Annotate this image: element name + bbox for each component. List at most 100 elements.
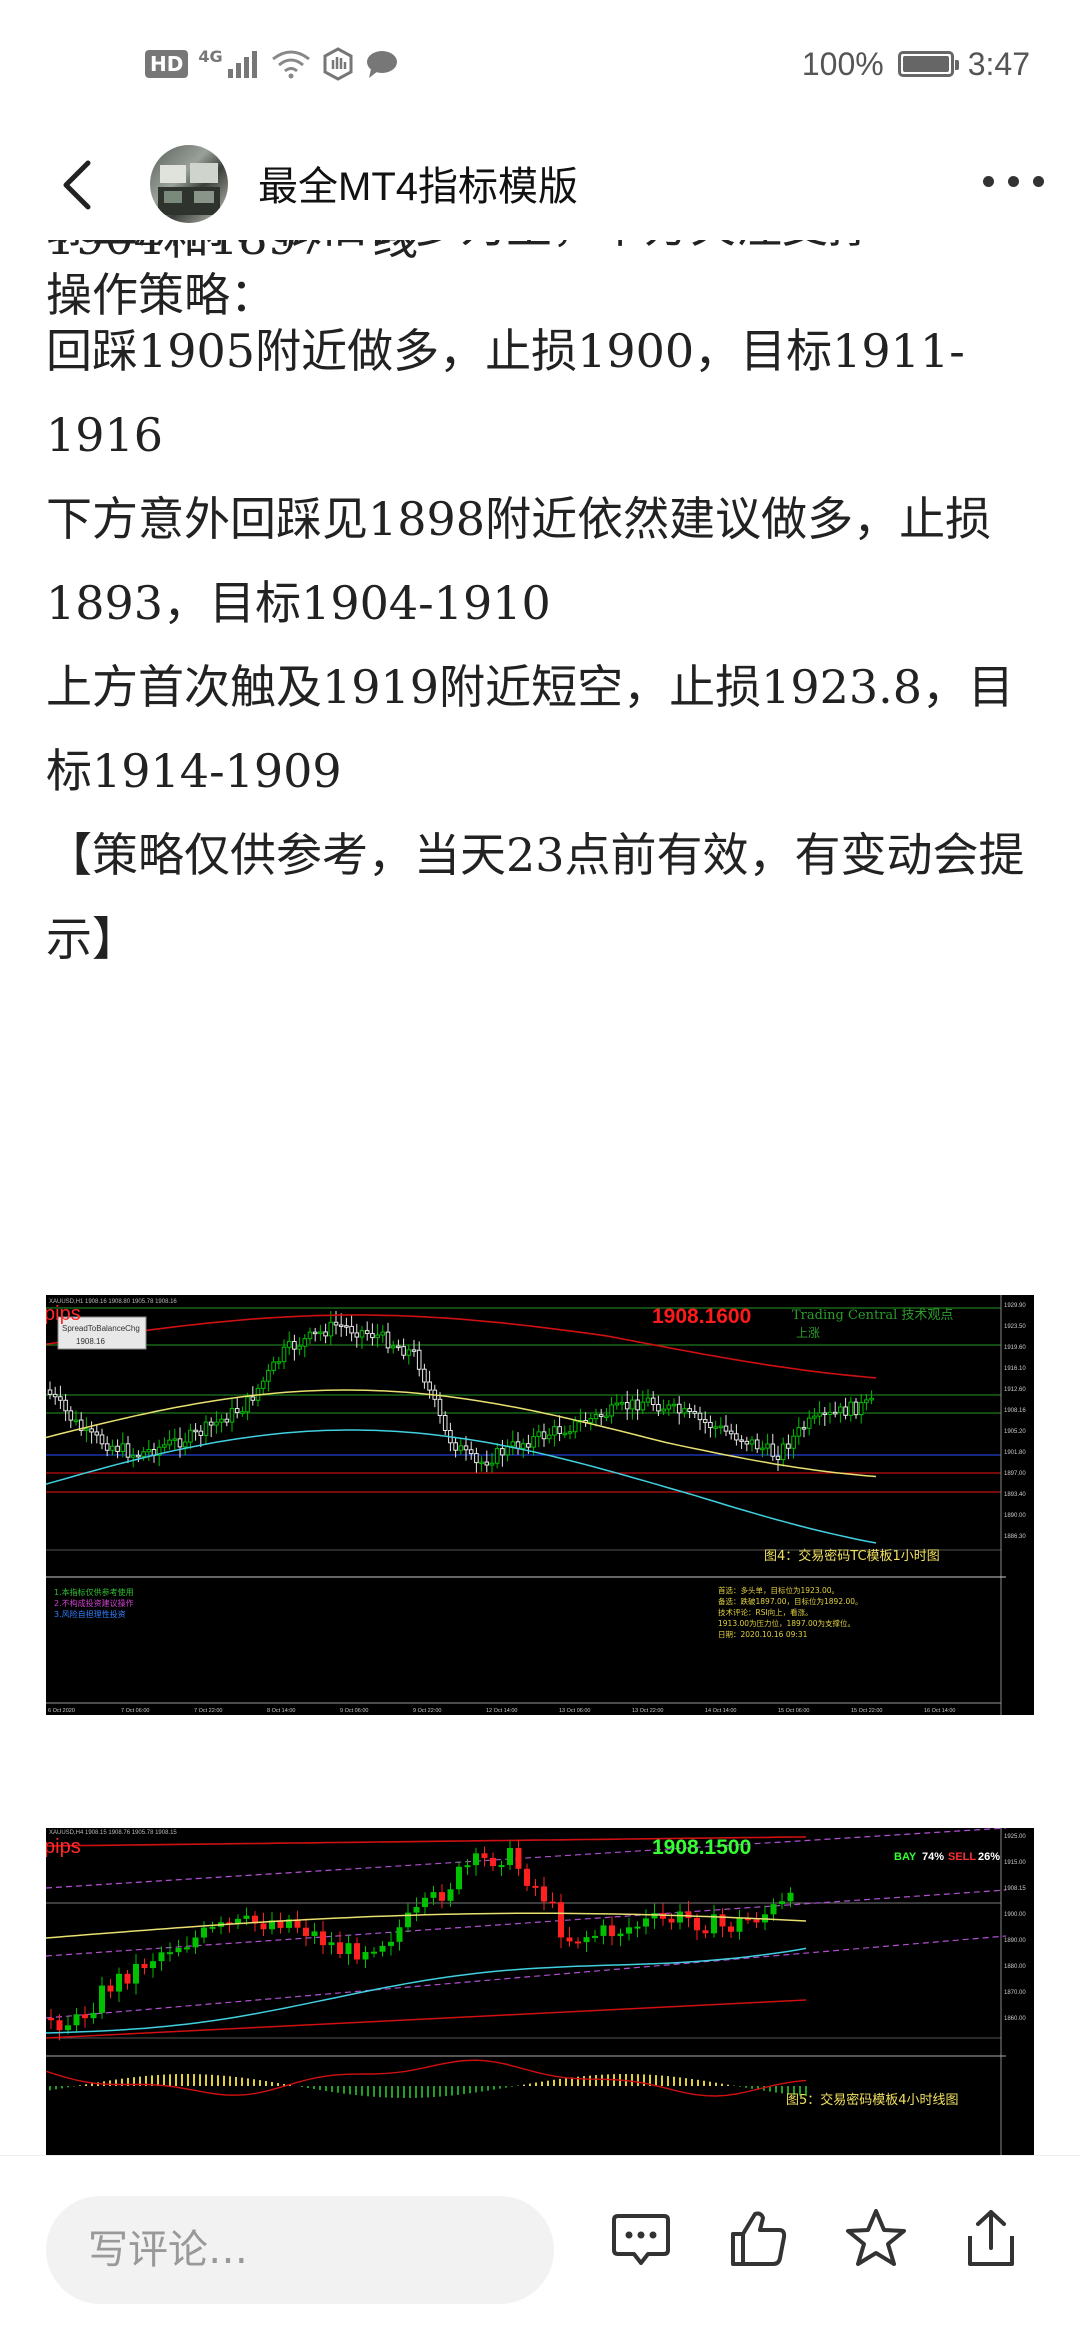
candlestick (557, 1426, 562, 1434)
candlestick (73, 2014, 80, 2026)
candlestick (536, 1431, 542, 1438)
candlestick (120, 1443, 126, 1452)
comment-icon[interactable] (608, 2206, 674, 2272)
candlestick (413, 1907, 420, 1913)
candlestick (687, 1408, 692, 1413)
candlestick (385, 1331, 391, 1349)
comment-input[interactable]: 写评论… (46, 2196, 554, 2304)
upper-band-line (46, 1314, 877, 1379)
candlestick (286, 1341, 292, 1348)
candlestick (713, 1426, 718, 1429)
candlestick (736, 1918, 743, 1932)
candlestick (396, 1345, 401, 1349)
candlestick (650, 1397, 656, 1406)
candlestick (791, 1435, 796, 1449)
candlestick (617, 1933, 624, 1937)
chart-left-note: 1.本指标仅供参考使用 (54, 1587, 134, 1597)
candlestick (592, 1935, 598, 1938)
buy-percent: 74% (922, 1851, 944, 1863)
candlestick (250, 1396, 256, 1401)
current-price-label: 1908.1600 (652, 1305, 751, 1328)
account-avatar[interactable] (150, 145, 228, 223)
candlestick (198, 1430, 204, 1436)
candlestick (359, 1330, 365, 1338)
axis-time-label: 13 Oct 06:00 (559, 1708, 591, 1714)
axis-tick-label: 1880.00 (1004, 1964, 1026, 1970)
candlestick (84, 1428, 89, 1431)
chart-right-note: 备选：跌破1897.00，目标位为1892.00。 (718, 1596, 863, 1606)
like-icon[interactable] (725, 2206, 791, 2272)
tc-title: Trading Central 技术观点 (792, 1308, 953, 1323)
candlestick (468, 1449, 474, 1455)
candlestick (447, 1889, 454, 1901)
axis-tick-label: 1919.60 (1004, 1345, 1026, 1351)
candlestick (661, 1408, 666, 1412)
candlestick (266, 1369, 271, 1382)
axis-tick-label: 1901.80 (1004, 1450, 1026, 1456)
candlestick (90, 2012, 97, 2019)
candlestick (626, 1927, 632, 1934)
candlestick (68, 1410, 74, 1421)
account-title[interactable]: 最全MT4指标模版 (258, 154, 578, 212)
candlestick (463, 1445, 469, 1451)
candlestick (827, 1411, 833, 1415)
signal-icon (227, 51, 257, 78)
candlestick (328, 1942, 335, 1946)
tooltip-line-2: 1908.16 (76, 1337, 105, 1346)
candlestick (184, 1947, 190, 1950)
candlestick (775, 1455, 781, 1461)
sell-percent: 26% (978, 1851, 1000, 1863)
axis-time-label: 7 Oct 06:00 (121, 1708, 149, 1714)
more-dots-icon[interactable] (983, 176, 1044, 187)
candlestick (234, 1408, 240, 1414)
candlestick (177, 1438, 183, 1448)
chevron-left-icon[interactable] (50, 155, 110, 215)
candlestick (349, 1325, 354, 1334)
candlestick (116, 1973, 122, 1992)
candlestick (515, 1848, 522, 1869)
candlestick (702, 1930, 709, 1934)
candlestick (728, 1926, 734, 1932)
candlestick (150, 1961, 156, 1969)
candlestick (411, 1349, 417, 1352)
candlestick (52, 1393, 58, 1398)
candlestick (668, 1918, 675, 1923)
candlestick (192, 1937, 199, 1948)
candlestick (676, 1403, 682, 1414)
candlestick (65, 2025, 71, 2031)
candlestick (796, 1427, 802, 1437)
candlestick (552, 1426, 557, 1436)
candlestick (302, 1338, 308, 1347)
candlestick (524, 1868, 530, 1886)
battery-icon (897, 51, 959, 77)
candlestick (303, 1927, 309, 1937)
star-icon[interactable] (843, 2206, 909, 2272)
candlestick (422, 1368, 427, 1383)
article-paragraph: 回踩1905附近做多，止损1900，目标1911-1916 (46, 324, 965, 462)
chart-image-4h[interactable]: XAUUSD,H4 1908.15 1908.76 1905.78 1908.1… (46, 1828, 1034, 2155)
candlestick (323, 1331, 328, 1337)
candlestick (375, 1334, 380, 1339)
candlestick (541, 1886, 547, 1902)
candlestick (158, 1952, 165, 1962)
axis-time-label: 16 Oct 14:00 (924, 1708, 956, 1714)
candlestick (541, 1431, 547, 1440)
axis-time-label: 13 Oct 22:00 (632, 1708, 664, 1714)
candlestick (749, 1439, 755, 1445)
candlestick (692, 1411, 698, 1414)
candlestick (484, 1461, 490, 1466)
candlestick (344, 1325, 349, 1328)
candlestick (464, 1865, 471, 1868)
candlestick (260, 1923, 267, 1930)
current-price-label: 1908.1500 (652, 1836, 751, 1859)
candlestick (345, 1943, 352, 1955)
candlestick (734, 1433, 739, 1441)
candlestick (708, 1421, 713, 1429)
candlestick (427, 1381, 432, 1391)
candlestick (500, 1448, 505, 1456)
candlestick (312, 1331, 318, 1335)
share-icon[interactable] (958, 2206, 1024, 2272)
candlestick (786, 1443, 791, 1449)
candlestick (558, 1902, 564, 1938)
chart-image-1h[interactable]: SpreadToBalanceChg 1908.16 XAUUSD,H1 190… (46, 1295, 1034, 1715)
